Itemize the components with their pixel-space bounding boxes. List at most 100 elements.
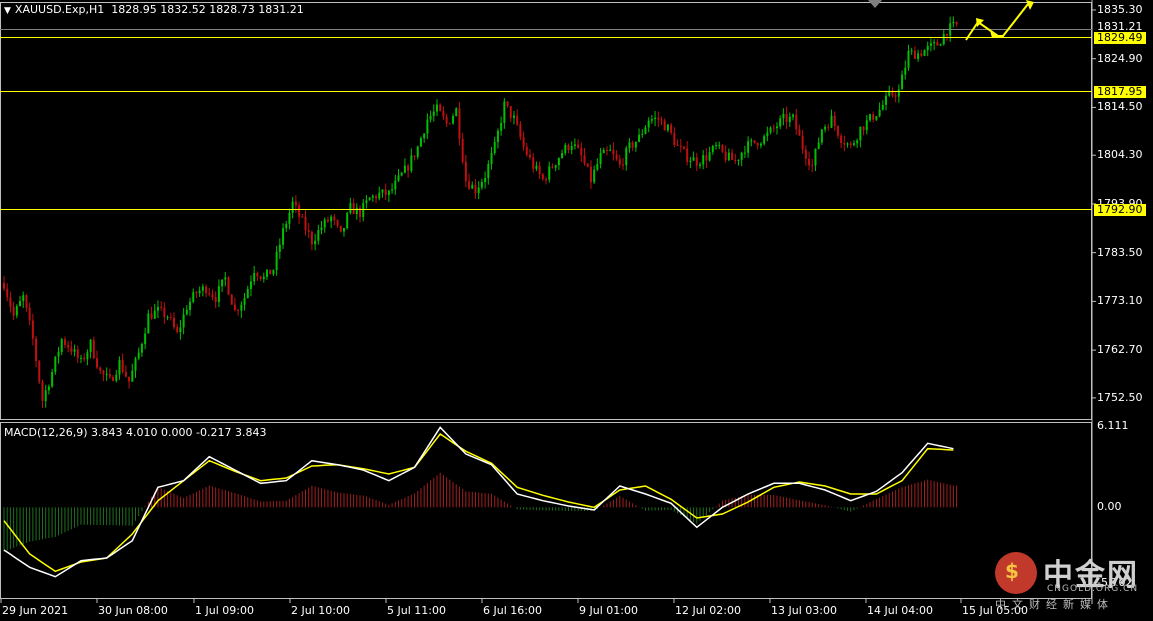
candle-body	[407, 165, 410, 171]
candle-body	[933, 41, 936, 44]
price-tick-label: 1762.70	[1097, 343, 1143, 357]
candle-body	[856, 140, 859, 144]
candle-body	[731, 152, 734, 160]
candle-body	[137, 352, 140, 359]
candle-body	[176, 327, 179, 333]
candle-body	[541, 174, 544, 180]
candle-body	[955, 21, 958, 25]
candle-body	[403, 165, 406, 173]
time-tick-label: 6 Jul 16:00	[483, 604, 542, 617]
candle-body	[233, 304, 236, 311]
candle-body	[60, 339, 63, 353]
candle-body	[477, 187, 480, 194]
candle-body	[452, 116, 455, 124]
candle-body	[121, 360, 124, 372]
candle-body	[211, 294, 214, 298]
candle-body	[525, 146, 528, 155]
candle-body	[307, 230, 310, 233]
candle-body	[743, 152, 746, 154]
candle-body	[349, 203, 352, 214]
candle-body	[326, 219, 329, 222]
candle-body	[727, 152, 730, 161]
candle-body	[410, 155, 413, 171]
candle-body	[737, 159, 740, 161]
candle-body	[647, 120, 650, 128]
candle-body	[817, 142, 820, 149]
candle-body	[243, 298, 246, 305]
candle-body	[567, 144, 570, 150]
candle-body	[189, 301, 192, 310]
candle-body	[182, 314, 185, 328]
candle-body	[564, 144, 567, 154]
candle-body	[920, 53, 923, 56]
candle-body	[391, 189, 394, 191]
candle-body	[134, 358, 137, 371]
candle-body	[663, 120, 666, 131]
candle-body	[304, 216, 307, 231]
candle-body	[836, 126, 839, 136]
candle-body	[875, 116, 878, 120]
candle-body	[516, 115, 519, 125]
candle-body	[557, 158, 560, 166]
candle-body	[625, 148, 628, 166]
candle-body	[278, 244, 281, 252]
price-chart[interactable]	[0, 0, 1153, 621]
candle-body	[198, 290, 201, 294]
candle-body	[586, 163, 589, 167]
candle-body	[185, 309, 188, 315]
candle-body	[589, 166, 592, 183]
candle-body	[346, 213, 349, 229]
candle-body	[41, 381, 44, 402]
candle-body	[686, 148, 689, 162]
candle-body	[150, 313, 153, 319]
candle-body	[294, 201, 297, 206]
candle-body	[942, 33, 945, 45]
candle-body	[913, 50, 916, 59]
candle-body	[92, 339, 95, 359]
price-tick-label: 1752.50	[1097, 390, 1143, 404]
candle-body	[756, 142, 759, 146]
candle-body	[355, 207, 358, 215]
candle-body	[852, 143, 855, 145]
candle-body	[96, 358, 99, 368]
candle-body	[102, 370, 105, 375]
candle-body	[490, 153, 493, 164]
forecast-arrows	[965, 0, 1034, 41]
candle-body	[429, 115, 432, 120]
candle-body	[416, 146, 419, 157]
time-tick-label: 12 Jul 02:00	[675, 604, 741, 617]
candle-body	[538, 165, 541, 175]
candle-body	[952, 21, 955, 24]
candle-body	[227, 277, 230, 295]
chart-header: ▼ XAUUSD.Exp,H1 1828.95 1832.52 1828.73 1…	[4, 3, 304, 16]
candle-body	[368, 197, 371, 201]
candle-body	[378, 192, 381, 199]
candle-body	[474, 184, 477, 194]
candle-body	[865, 120, 868, 131]
candle-body	[282, 228, 285, 245]
candle-body	[140, 344, 143, 353]
candle-body	[57, 352, 60, 357]
candle-body	[246, 288, 249, 299]
candle-body	[153, 310, 156, 319]
candle-body	[99, 367, 102, 371]
triangle-down-icon[interactable]: ▼	[4, 6, 11, 16]
candle-body	[224, 277, 227, 280]
candle-body	[147, 313, 150, 334]
candle-body	[169, 317, 172, 319]
candle-body	[923, 50, 926, 56]
candle-body	[266, 269, 269, 277]
candle-body	[551, 166, 554, 168]
candle-body	[894, 95, 897, 97]
candle-body	[272, 270, 275, 275]
candle-body	[573, 144, 576, 146]
candle-body	[548, 166, 551, 180]
candle-body	[862, 126, 865, 131]
time-tick-label: 5 Jul 11:00	[387, 604, 446, 617]
candle-body	[237, 310, 240, 312]
macd-tick-label: 0.00	[1097, 500, 1122, 514]
candle-body	[622, 164, 625, 166]
candle-body	[365, 200, 368, 204]
candle-body	[929, 43, 932, 46]
candle-body	[509, 106, 512, 118]
